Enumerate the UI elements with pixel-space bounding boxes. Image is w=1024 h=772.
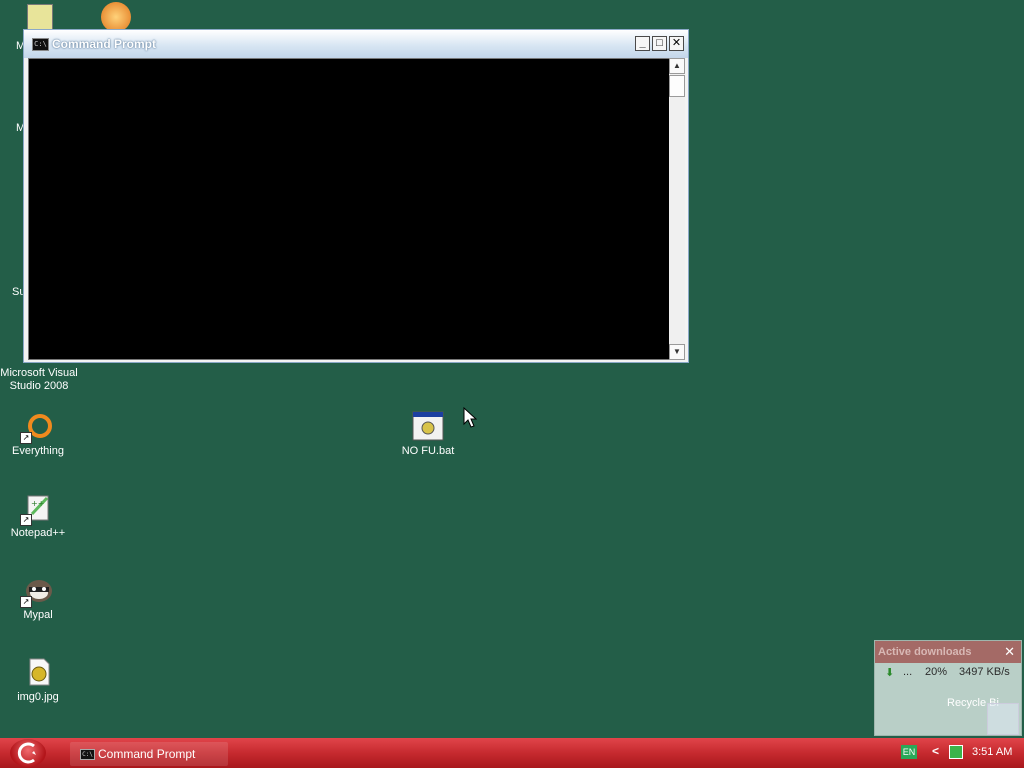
shortcut-arrow-icon: ↗: [20, 596, 32, 608]
desktop-icon-label: img0.jpg: [17, 691, 59, 703]
desktop-icon-label: Mypal: [23, 609, 53, 621]
network-tray-icon[interactable]: [949, 745, 963, 759]
download-progress: 20%: [925, 666, 948, 678]
desktop-icon-label: NO FU.bat: [401, 445, 455, 457]
svg-text:++: ++: [31, 499, 44, 508]
start-button[interactable]: [10, 739, 46, 767]
close-icon[interactable]: ✕: [1004, 644, 1015, 660]
active-downloads-widget[interactable]: Active downloads ✕ ⬇ ... 20% 3497 KB/s R…: [874, 640, 1022, 736]
image-file-icon: [22, 656, 54, 688]
minimize-button[interactable]: _: [635, 36, 650, 51]
mypal-browser-icon: ↗: [20, 574, 54, 608]
desktop: M M Su Microsoft Visual Studio 2008 ↗ Ev…: [0, 0, 1024, 738]
window-title: Command Prompt: [52, 37, 157, 51]
taskbar-item-label: Command Prompt: [98, 747, 196, 761]
desktop-icon-everything[interactable]: ↗ Everything: [0, 410, 78, 458]
window-titlebar[interactable]: C:\ Command Prompt _ □ ✕: [24, 30, 688, 58]
notepad-plus-plus-icon: ++ ↗: [20, 492, 54, 526]
console-output-area[interactable]: [28, 58, 670, 360]
start-orb-icon: [17, 742, 36, 764]
desktop-icon-img0[interactable]: img0.jpg: [0, 656, 78, 704]
downloads-header: Active downloads ✕: [875, 641, 1021, 663]
download-speed: 3497 KB/s: [959, 666, 1010, 678]
recycle-bin-icon: [987, 703, 1019, 735]
language-indicator[interactable]: EN: [901, 745, 917, 759]
desktop-icon-notepad-plus-plus[interactable]: ++ ↗ Notepad++: [0, 492, 78, 540]
desktop-icon-visual-studio[interactable]: Microsoft Visual Studio 2008: [0, 367, 80, 393]
command-prompt-window[interactable]: C:\ Command Prompt _ □ ✕ ▲ ▼: [23, 29, 689, 363]
downloads-title: Active downloads: [878, 646, 972, 658]
download-row[interactable]: ⬇ ... 20% 3497 KB/s: [879, 665, 1017, 681]
close-button[interactable]: ✕: [669, 36, 684, 51]
desktop-icon-label: Microsoft Visual Studio 2008: [0, 367, 78, 392]
scroll-up-button[interactable]: ▲: [669, 58, 685, 74]
media-player-icon: [101, 2, 131, 32]
desktop-icon-label: Everything: [12, 445, 64, 457]
desktop-icon-mypal[interactable]: ↗ Mypal: [0, 574, 78, 622]
maximize-button[interactable]: □: [652, 36, 667, 51]
shortcut-arrow-icon: ↗: [20, 514, 32, 526]
scrollbar-thumb[interactable]: [669, 75, 685, 97]
desktop-icon-label: Notepad++: [10, 527, 66, 539]
shortcut-arrow-icon: ↗: [20, 432, 32, 444]
download-name: ...: [903, 666, 913, 678]
batch-file-icon: [412, 410, 444, 442]
mouse-cursor-icon: [463, 407, 477, 428]
cmd-icon: C:\: [80, 749, 95, 760]
vertical-scrollbar[interactable]: ▲ ▼: [669, 58, 685, 360]
cmd-icon: C:\: [32, 38, 49, 51]
scheduler-icon: [27, 4, 53, 30]
taskbar: C:\ Command Prompt EN < 3:51 AM: [0, 738, 1024, 768]
desktop-icon-no-fu-bat[interactable]: NO FU.bat: [388, 410, 468, 458]
download-arrow-icon: ⬇: [885, 667, 895, 679]
clock[interactable]: 3:51 AM: [972, 746, 1012, 758]
scroll-down-button[interactable]: ▼: [669, 344, 685, 360]
taskbar-item-command-prompt[interactable]: C:\ Command Prompt: [70, 742, 228, 766]
everything-search-icon: ↗: [20, 410, 54, 444]
tray-expand-chevron-icon[interactable]: <: [932, 744, 939, 758]
